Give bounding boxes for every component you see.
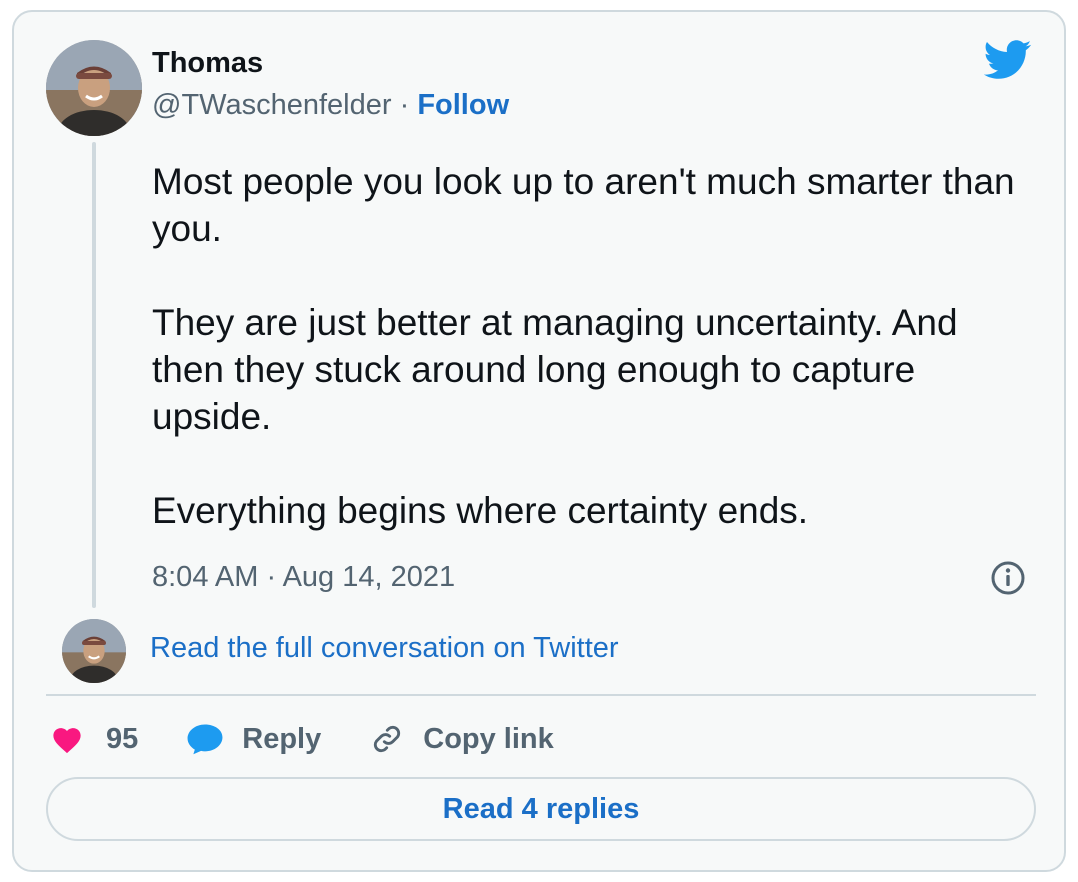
speech-bubble-icon bbox=[187, 724, 223, 755]
tweet-actions: 95 Reply Copy link bbox=[50, 716, 602, 762]
author-name[interactable]: Thomas bbox=[152, 46, 263, 80]
like-count: 95 bbox=[106, 722, 139, 755]
tweet-card: Thomas @TWaschenfelder · Follow Most peo… bbox=[12, 10, 1066, 872]
like-button[interactable]: 95 bbox=[50, 723, 138, 756]
conversation-avatar[interactable] bbox=[62, 619, 126, 683]
user-avatar-image bbox=[46, 40, 142, 136]
tweet-text: Most people you look up to aren't much s… bbox=[152, 158, 1032, 534]
twitter-bird-icon[interactable] bbox=[984, 40, 1032, 80]
read-replies-button[interactable]: Read 4 replies bbox=[46, 777, 1036, 841]
author-avatar[interactable] bbox=[46, 40, 142, 136]
follow-button[interactable]: Follow bbox=[417, 89, 509, 121]
author-handle-row: @TWaschenfelder · Follow bbox=[152, 88, 509, 122]
tweet-timestamp[interactable]: 8:04 AM · Aug 14, 2021 bbox=[152, 560, 455, 594]
reply-label: Reply bbox=[242, 722, 322, 755]
copy-link-button[interactable]: Copy link bbox=[369, 721, 554, 757]
heart-icon bbox=[53, 728, 81, 754]
tweet-paragraph: Everything begins where certainty ends. bbox=[152, 490, 809, 531]
reply-button[interactable]: Reply bbox=[186, 723, 321, 756]
info-icon[interactable] bbox=[990, 560, 1026, 596]
author-handle[interactable]: @TWaschenfelder bbox=[152, 89, 392, 121]
link-icon bbox=[374, 725, 401, 753]
thread-line bbox=[92, 142, 96, 608]
tweet-paragraph: They are just better at managing uncerta… bbox=[152, 302, 958, 437]
user-avatar-image bbox=[62, 619, 126, 683]
divider bbox=[46, 694, 1036, 696]
tweet-paragraph: Most people you look up to aren't much s… bbox=[152, 161, 1015, 249]
copy-link-label: Copy link bbox=[423, 722, 554, 755]
handle-separator: · bbox=[399, 89, 410, 121]
read-full-conversation-link[interactable]: Read the full conversation on Twitter bbox=[150, 631, 619, 665]
